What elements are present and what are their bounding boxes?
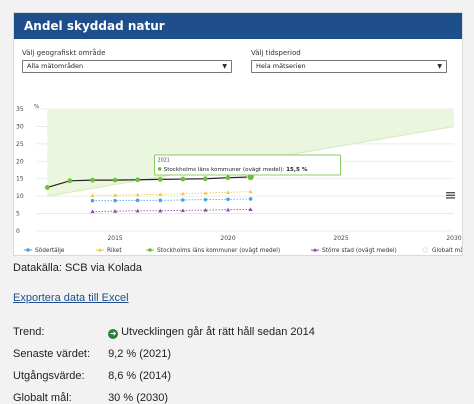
data-point bbox=[180, 191, 185, 196]
info-value: 8,6 % (2014) bbox=[108, 370, 172, 382]
y-tick-label: 30 bbox=[16, 123, 24, 130]
info-key: Utgångsvärde: bbox=[13, 370, 85, 382]
period-select[interactable]: Hela mätserien ▼ bbox=[251, 60, 447, 73]
chart: 05101520253035 %2015 2020 2025 2030 Södertäl… bbox=[16, 104, 462, 254]
data-point bbox=[135, 208, 140, 213]
info-row-latest: Senaste värdet: 9,2 % (2021) bbox=[13, 348, 171, 360]
data-point bbox=[158, 198, 163, 203]
data-point bbox=[90, 198, 95, 203]
tooltip-text: Stockholms läns kommuner (ovägt medel): … bbox=[164, 167, 308, 173]
data-point bbox=[226, 190, 231, 194]
goal-area bbox=[47, 109, 454, 197]
tooltip-value: 15,5 % bbox=[286, 167, 308, 173]
info-key: Globalt mål: bbox=[13, 392, 72, 404]
x-tick-label: 2020 bbox=[220, 235, 235, 242]
legend-item[interactable]: Stockholms läns kommuner (ovägt medel) bbox=[146, 248, 280, 254]
chevron-down-icon: ▼ bbox=[437, 63, 442, 70]
y-tick-label: 5 bbox=[16, 211, 20, 218]
y-tick-label: 0 bbox=[16, 228, 20, 235]
data-point bbox=[135, 192, 140, 197]
arrow-right-circle-icon: ➜ bbox=[108, 329, 119, 339]
x-tick-label: 2030 bbox=[446, 235, 461, 242]
info-row-baseline: Utgångsvärde: 8,6 % (2014) bbox=[13, 370, 171, 382]
data-point bbox=[203, 176, 208, 182]
x-tick-label: 2025 bbox=[333, 235, 348, 242]
chart-menu-button[interactable] bbox=[445, 190, 457, 200]
app: Andel skyddad natur Välj geografiskt omr… bbox=[0, 0, 474, 404]
legend-item[interactable]: Globalt mål bbox=[422, 247, 462, 254]
y-axis-label: % bbox=[34, 104, 39, 110]
area-filter: Välj geografiskt område Alla mätområden … bbox=[22, 49, 232, 73]
x-tick-label: 2015 bbox=[107, 235, 122, 242]
legend-item[interactable]: Riket bbox=[96, 248, 122, 254]
legend-marker bbox=[26, 248, 30, 252]
filters: Välj geografiskt område Alla mätområden … bbox=[22, 49, 454, 91]
data-point bbox=[44, 185, 50, 190]
tooltip-marker bbox=[157, 167, 162, 171]
legend-marker bbox=[148, 248, 152, 252]
y-tick-label: 10 bbox=[16, 193, 24, 200]
info-key: Trend: bbox=[13, 326, 45, 338]
data-point bbox=[180, 208, 185, 213]
y-tick-label: 35 bbox=[16, 106, 24, 113]
data-point bbox=[157, 177, 163, 182]
data-point bbox=[203, 197, 208, 202]
data-point bbox=[248, 197, 253, 201]
legend-item[interactable]: Södertälje bbox=[24, 248, 65, 254]
data-point bbox=[226, 197, 230, 202]
info-value: 30 % (2030) bbox=[108, 392, 168, 404]
indicator-card: Andel skyddad natur Välj geografiskt omr… bbox=[13, 12, 463, 256]
info-key: Senaste värdet: bbox=[13, 348, 91, 360]
data-point bbox=[226, 207, 231, 212]
info-value: Utvecklingen går åt rätt håll sedan 2014 bbox=[121, 326, 315, 338]
info-value: 9,2 % (2021) bbox=[108, 348, 172, 360]
export-excel-link[interactable]: Exportera data till Excel bbox=[13, 292, 129, 304]
legend-label: Globalt mål bbox=[432, 247, 462, 254]
info-row-trend: Trend: ➜ Utvecklingen går åt rätt håll se… bbox=[13, 326, 315, 339]
data-point bbox=[90, 177, 95, 183]
area-select[interactable]: Alla mätområden ▼ bbox=[22, 60, 232, 73]
data-source: Datakälla: SCB via Kolada bbox=[13, 262, 143, 274]
period-filter: Välj tidsperiod Hela mätserien ▼ bbox=[251, 49, 447, 73]
hamburger-icon bbox=[446, 192, 455, 199]
info-row-goal: Globalt mål: 30 % (2030) bbox=[13, 392, 168, 404]
legend-label: Större stad (ovägt medel) bbox=[322, 248, 397, 254]
legend-marker bbox=[422, 247, 428, 253]
legend-label: Södertälje bbox=[35, 248, 65, 254]
data-point bbox=[180, 176, 186, 182]
data-point bbox=[112, 177, 118, 183]
legend-label: Stockholms läns kommuner (ovägt medel) bbox=[157, 248, 280, 254]
card-title: Andel skyddad natur bbox=[14, 13, 462, 39]
data-point bbox=[181, 198, 185, 202]
legend-label: Riket bbox=[107, 248, 122, 254]
y-tick-label: 20 bbox=[16, 158, 24, 165]
period-select-value: Hela mätserien bbox=[256, 62, 306, 70]
area-filter-label: Välj geografiskt område bbox=[22, 49, 106, 57]
period-filter-label: Välj tidsperiod bbox=[251, 49, 301, 57]
data-point bbox=[135, 177, 141, 183]
y-tick-label: 25 bbox=[16, 141, 24, 148]
area-select-value: Alla mätområden bbox=[27, 62, 84, 70]
data-point bbox=[67, 178, 73, 184]
legend-item[interactable]: Större stad (ovägt medel) bbox=[311, 248, 397, 254]
y-tick-label: 15 bbox=[16, 176, 24, 183]
chart-tooltip: 2021 Stockholms läns kommuner (ovägt mede… bbox=[154, 154, 342, 176]
tooltip-year: 2021 bbox=[158, 157, 170, 163]
data-point bbox=[113, 198, 117, 203]
data-point bbox=[225, 175, 231, 181]
chevron-down-icon: ▼ bbox=[222, 63, 227, 70]
chart-legend: Södertälje Riket Stockholms läns kommuner … bbox=[24, 247, 462, 254]
data-point bbox=[135, 198, 140, 203]
